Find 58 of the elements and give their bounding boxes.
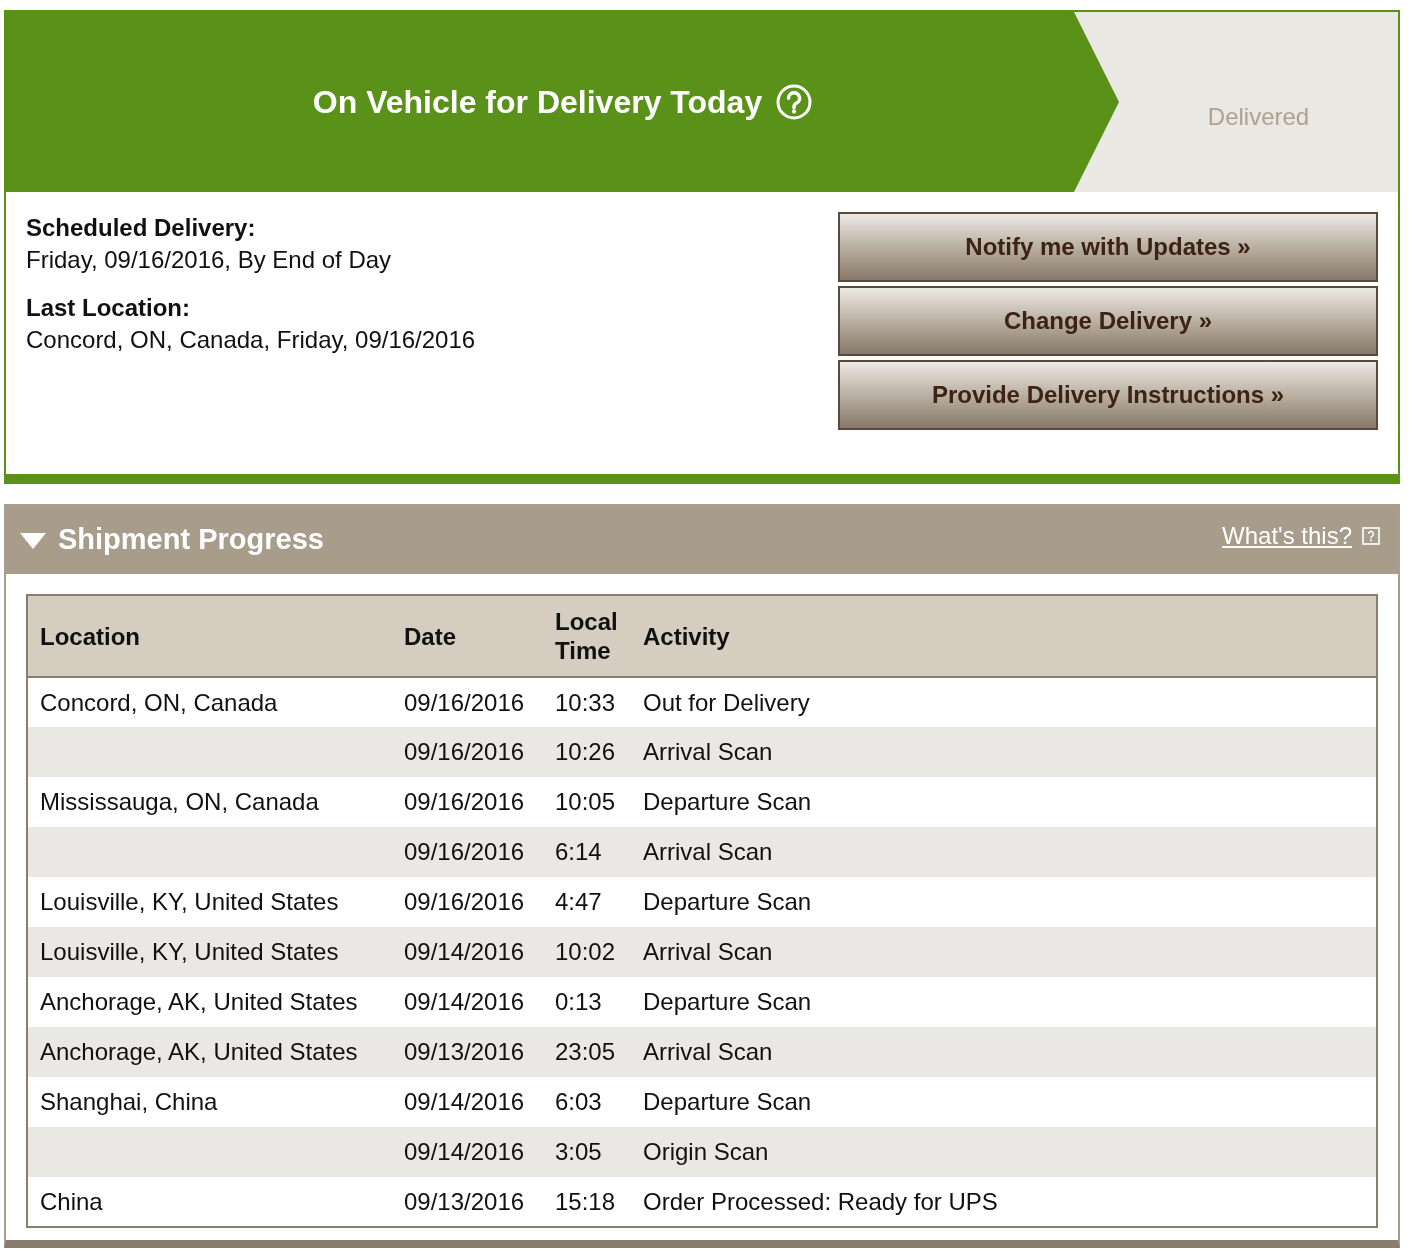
status-label: On Vehicle for Delivery Today — [312, 83, 763, 122]
action-button[interactable]: Change Delivery » — [838, 286, 1378, 356]
column-header: Activity — [631, 595, 1377, 677]
help-icon[interactable] — [1362, 527, 1380, 545]
time-cell: 0:13 — [543, 977, 631, 1027]
date-cell: 09/13/2016 — [392, 1027, 543, 1077]
help-icon[interactable] — [776, 84, 813, 120]
date-cell: 09/16/2016 — [392, 777, 543, 827]
date-cell: 09/13/2016 — [392, 1177, 543, 1227]
activity-cell: Departure Scan — [631, 877, 1377, 927]
column-header: Location — [27, 595, 392, 677]
location-cell: Louisville, KY, United States — [27, 927, 392, 977]
info-value: Friday, 09/16/2016, By End of Day — [26, 245, 393, 275]
activity-cell: Arrival Scan — [631, 1027, 1377, 1077]
date-cell: 09/14/2016 — [392, 927, 543, 977]
date-cell: 09/14/2016 — [392, 977, 543, 1027]
time-cell: 6:03 — [543, 1077, 631, 1127]
time-cell: 10:26 — [543, 727, 631, 777]
location-cell: Shanghai, China — [27, 1077, 392, 1127]
location-cell: Mississauga, ON, Canada — [27, 777, 392, 827]
time-cell: 10:02 — [543, 927, 631, 977]
activity-cell: Out for Delivery — [631, 677, 1377, 727]
activity-cell: Departure Scan — [631, 977, 1377, 1027]
time-cell: 15:18 — [543, 1177, 631, 1227]
info-value: Concord, ON, Canada, Friday, 09/16/2016 — [26, 325, 476, 355]
time-cell: 23:05 — [543, 1027, 631, 1077]
column-header: Date — [392, 595, 543, 677]
activity-cell: Order Processed: Ready for UPS — [631, 1177, 1377, 1227]
location-cell: Anchorage, AK, United States — [27, 1027, 392, 1077]
info-label: Scheduled Delivery: — [26, 213, 257, 243]
time-cell: 10:33 — [543, 677, 631, 727]
activity-cell: Departure Scan — [631, 777, 1377, 827]
action-button[interactable]: Notify me with Updates » — [838, 212, 1378, 282]
column-header: Local Time — [543, 595, 631, 677]
activity-cell: Arrival Scan — [631, 727, 1377, 777]
time-cell: 3:05 — [543, 1127, 631, 1177]
time-cell: 10:05 — [543, 777, 631, 827]
date-cell: 09/16/2016 — [392, 727, 543, 777]
status-label: Delivered — [1207, 102, 1310, 132]
activity-cell: Arrival Scan — [631, 827, 1377, 877]
time-cell: 6:14 — [543, 827, 631, 877]
activity-cell: Departure Scan — [631, 1077, 1377, 1127]
panel-title: Shipment Progress — [58, 522, 324, 558]
date-cell: 09/16/2016 — [392, 877, 543, 927]
date-cell: 09/16/2016 — [392, 827, 543, 877]
activity-cell: Origin Scan — [631, 1127, 1377, 1177]
date-cell: 09/14/2016 — [392, 1077, 543, 1127]
location-cell: Louisville, KY, United States — [27, 877, 392, 927]
location-cell: Concord, ON, Canada — [27, 677, 392, 727]
date-cell: 09/14/2016 — [392, 1127, 543, 1177]
info-label: Last Location: — [26, 293, 191, 323]
collapse-triangle-icon[interactable] — [20, 533, 46, 549]
activity-cell: Arrival Scan — [631, 927, 1377, 977]
time-cell: 4:47 — [543, 877, 631, 927]
location-cell: China — [27, 1177, 392, 1227]
action-button[interactable]: Provide Delivery Instructions » — [838, 360, 1378, 430]
location-cell: Anchorage, AK, United States — [27, 977, 392, 1027]
date-cell: 09/16/2016 — [392, 677, 543, 727]
